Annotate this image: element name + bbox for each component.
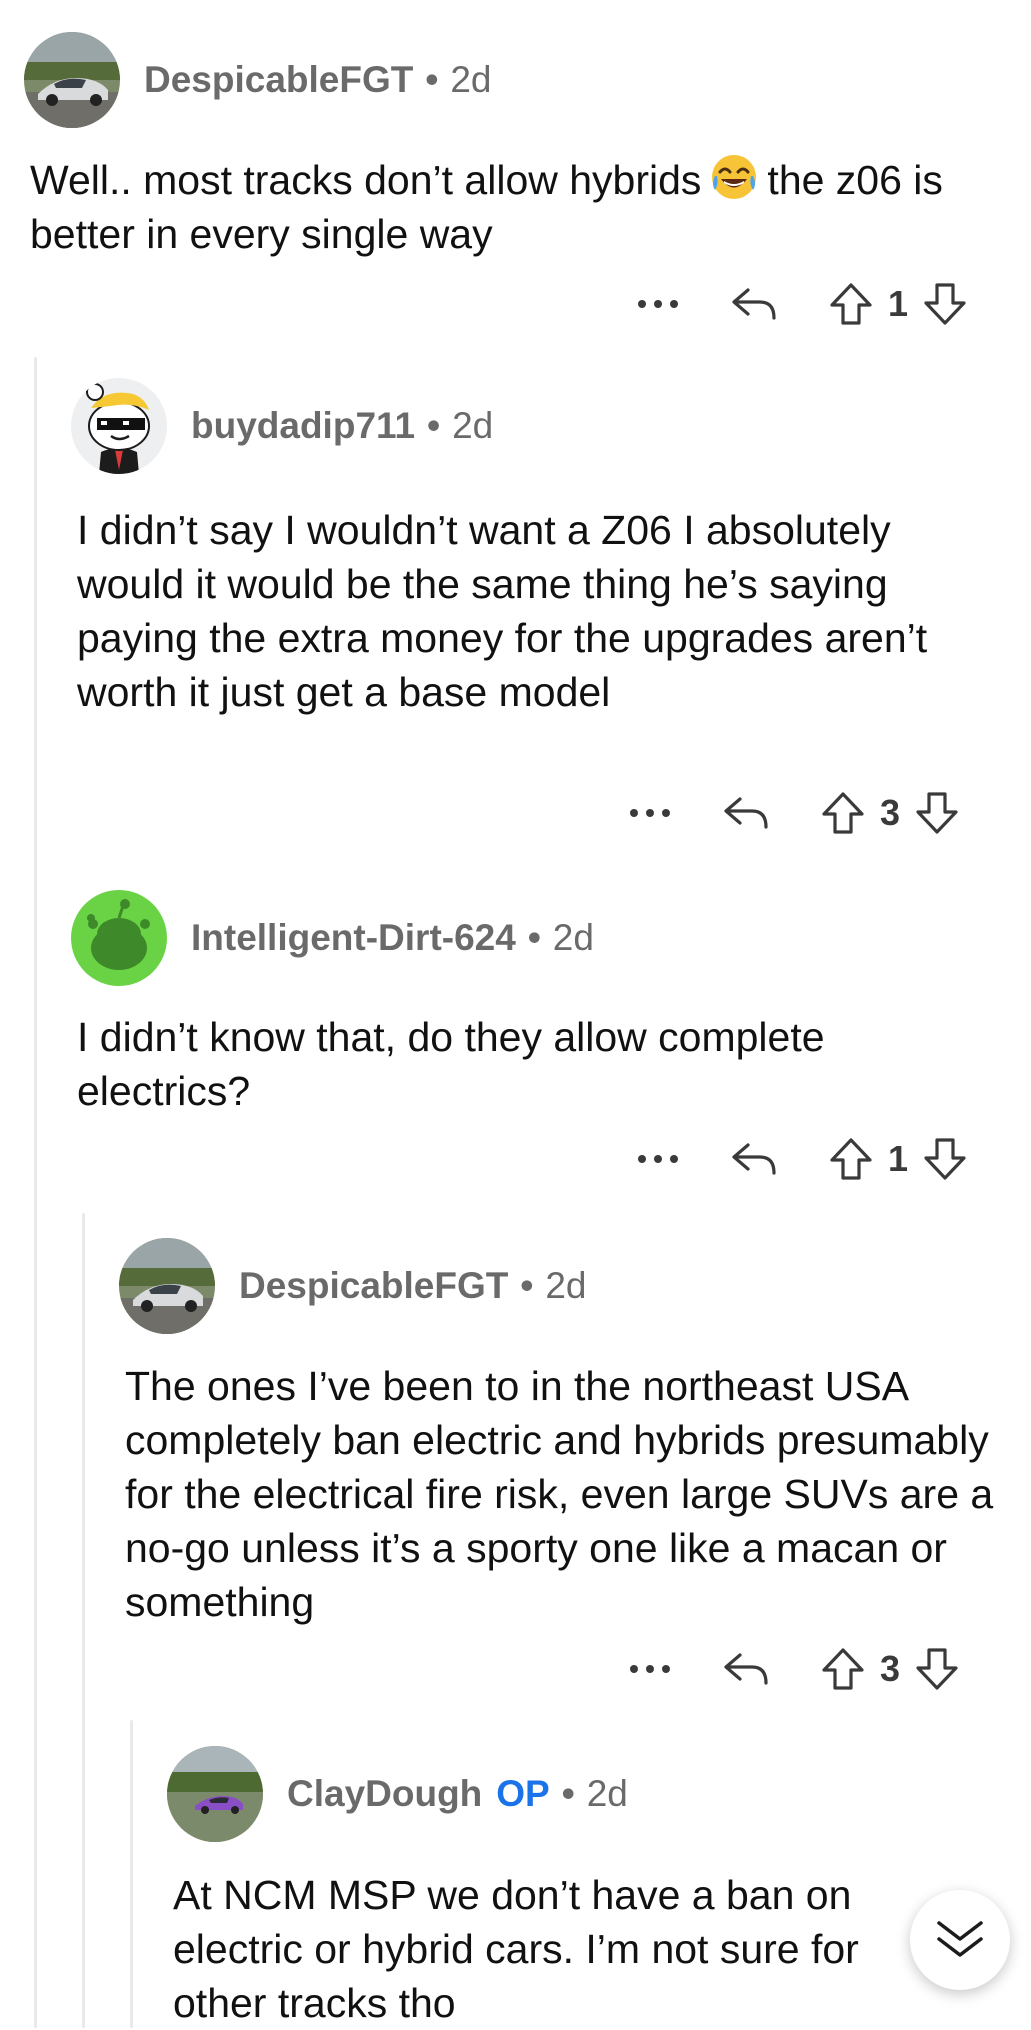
thread-line-level-3 [130, 1720, 133, 2028]
upvote-arrow-icon[interactable] [816, 783, 870, 843]
reply-arrow-icon[interactable] [724, 274, 784, 334]
avatar[interactable] [119, 1238, 215, 1334]
vote-count: 1 [887, 283, 909, 324]
comment-age: 2d [452, 405, 494, 446]
reply-arrow-icon[interactable] [716, 783, 776, 843]
thread-line-level-1 [34, 357, 37, 2028]
author-name[interactable]: DespicableFGT [239, 1265, 508, 1307]
upvote-arrow-icon[interactable] [824, 1129, 878, 1189]
comment-meta: Intelligent-Dirt-624 • 2d [191, 890, 594, 986]
more-dots-icon[interactable] [620, 1639, 680, 1699]
comment-body: I didn’t say I wouldn’t want a Z06 I abs… [77, 507, 928, 715]
more-dots-icon[interactable] [628, 1129, 688, 1189]
downvote-arrow-icon[interactable] [918, 274, 972, 334]
downvote-arrow-icon[interactable] [910, 1639, 964, 1699]
comment-actions: 3 [620, 1639, 964, 1699]
next-comment-button[interactable] [910, 1890, 1010, 1990]
comment-actions: 1 [628, 1129, 972, 1189]
meta-separator: • [427, 405, 441, 446]
op-badge: OP [496, 1773, 550, 1814]
vote-count: 3 [879, 792, 901, 833]
reply-arrow-icon[interactable] [724, 1129, 784, 1189]
comment-meta: ClayDough OP • 2d [287, 1746, 628, 1842]
more-dots-icon[interactable] [628, 274, 688, 334]
reply-arrow-icon[interactable] [716, 1639, 776, 1699]
vote-count: 1 [887, 1138, 909, 1179]
upvote-arrow-icon[interactable] [824, 274, 878, 334]
author-name[interactable]: Intelligent-Dirt-624 [191, 917, 516, 959]
author-name[interactable]: DespicableFGT [144, 59, 413, 101]
double-chevron-down-icon [937, 1921, 983, 1957]
more-dots-icon[interactable] [620, 783, 680, 843]
avatar[interactable] [167, 1746, 263, 1842]
comment-actions: 3 [620, 783, 964, 843]
purple-car-avatar-icon [167, 1746, 263, 1842]
face-with-tears-of-joy-icon [709, 152, 759, 202]
downvote-arrow-icon[interactable] [910, 783, 964, 843]
upvote-arrow-icon[interactable] [816, 1639, 870, 1699]
comment-age: 2d [586, 1773, 628, 1814]
comment-age: 2d [545, 1265, 587, 1306]
comment-body: At NCM MSP we don’t have a ban on electr… [173, 1872, 859, 2026]
snoo-sunglasses-avatar-icon [71, 378, 167, 474]
avatar[interactable] [71, 890, 167, 986]
author-name[interactable]: buydadip711 [191, 405, 415, 447]
meta-separator: • [425, 59, 439, 100]
thread-line-level-2 [82, 1213, 85, 2028]
comment-meta: DespicableFGT • 2d [239, 1238, 586, 1334]
comment-meta: DespicableFGT • 2d [144, 32, 491, 128]
comment-meta: buydadip711 • 2d [191, 378, 493, 474]
meta-separator: • [520, 1265, 534, 1306]
avatar[interactable] [24, 32, 120, 128]
comment-age: 2d [450, 59, 492, 100]
comment-actions: 1 [628, 274, 972, 334]
vote-count: 3 [879, 1648, 901, 1689]
author-name[interactable]: ClayDough [287, 1773, 482, 1815]
comment-age: 2d [552, 917, 594, 958]
avatar[interactable] [71, 378, 167, 474]
meta-separator: • [561, 1773, 575, 1814]
green-snoo-avatar-icon [71, 890, 167, 986]
comment-body: I didn’t know that, do they allow comple… [77, 1014, 825, 1114]
meta-separator: • [527, 917, 541, 958]
comment-body: Well.. most tracks don’t allow hybrids t… [30, 152, 1000, 261]
comment-body: The ones I’ve been to in the northeast U… [125, 1363, 994, 1625]
silver-corvette-avatar-icon [24, 32, 120, 128]
silver-corvette-avatar-icon [119, 1238, 215, 1334]
comment-text-part-1: Well.. most tracks don’t allow hybrids [30, 157, 702, 203]
downvote-arrow-icon[interactable] [918, 1129, 972, 1189]
